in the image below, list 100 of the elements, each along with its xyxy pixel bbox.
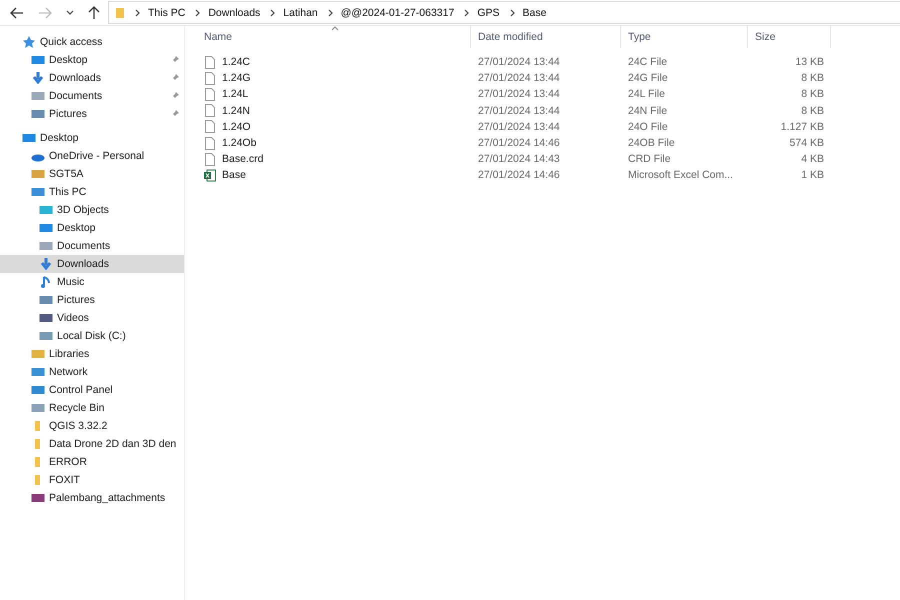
sidebar-item[interactable]: This PC bbox=[0, 183, 184, 201]
breadcrumb[interactable]: @@2024-01-27-063317 bbox=[340, 6, 454, 18]
size-cell-text: 13 KB bbox=[794, 56, 825, 68]
item-icon bbox=[22, 36, 36, 48]
back-icon[interactable] bbox=[10, 6, 24, 18]
sidebar-item[interactable]: OneDrive - Personal bbox=[0, 147, 184, 165]
size-cell-text: 4 KB bbox=[800, 153, 825, 166]
breadcrumb[interactable]: Base bbox=[522, 6, 546, 18]
chevron-right-icon[interactable] bbox=[464, 8, 470, 16]
size-cell-text: 574 KB bbox=[788, 137, 825, 150]
file-name[interactable]: Base.crd bbox=[222, 153, 264, 166]
item-icon bbox=[31, 186, 45, 198]
sidebar-item[interactable]: Control Panel bbox=[0, 381, 184, 399]
sidebar-item[interactable]: Documents bbox=[0, 237, 184, 255]
date-cell-text: 27/01/2024 13:44 bbox=[477, 104, 561, 117]
item-icon bbox=[31, 384, 45, 396]
item-icon bbox=[22, 132, 36, 144]
chevron-right-icon[interactable] bbox=[195, 8, 200, 16]
sidebar-item[interactable]: Music bbox=[0, 273, 184, 291]
sidebar-item[interactable]: QGIS 3.32.2 bbox=[0, 417, 184, 435]
sidebar-item[interactable]: 3D Objects bbox=[0, 201, 184, 219]
type-cell-text: 24G File bbox=[627, 72, 669, 84]
date-cell-text: 27/01/2024 13:44 bbox=[477, 120, 561, 133]
item-icon bbox=[31, 402, 45, 414]
breadcrumb[interactable]: Downloads bbox=[208, 6, 260, 18]
file-name[interactable]: 1.24G bbox=[222, 72, 251, 84]
date-cell-text: 27/01/2024 13:44 bbox=[477, 56, 561, 68]
document-icon bbox=[204, 120, 216, 134]
sidebar-item[interactable]: Desktop bbox=[0, 51, 184, 69]
item-icon bbox=[31, 54, 45, 66]
breadcrumb[interactable]: GPS bbox=[477, 6, 500, 18]
sidebar-item[interactable]: Desktop bbox=[0, 219, 184, 237]
size-cell-text: 8 KB bbox=[800, 72, 825, 84]
column-header[interactable]: Type bbox=[621, 26, 748, 48]
item-icon bbox=[39, 258, 53, 270]
item-icon bbox=[39, 312, 53, 324]
document-icon bbox=[204, 136, 216, 150]
document-icon bbox=[204, 72, 216, 85]
address-bar[interactable]: This PC Downloads Latihan @@2024-01-27-063317 GPS Base bbox=[108, 1, 900, 24]
pin-icon[interactable] bbox=[171, 92, 179, 100]
sidebar-item[interactable]: Videos bbox=[0, 309, 184, 327]
chevron-right-icon[interactable] bbox=[270, 8, 276, 16]
item-icon bbox=[39, 240, 53, 252]
date-cell-text: 27/01/2024 14:46 bbox=[477, 169, 561, 182]
item-icon bbox=[31, 492, 45, 504]
type-cell-text: 24OB File bbox=[627, 137, 676, 150]
column-header[interactable]: Date modified bbox=[471, 26, 621, 48]
breadcrumb[interactable]: Latihan bbox=[283, 6, 318, 18]
sidebar-item[interactable]: Network bbox=[0, 363, 184, 381]
sidebar-item[interactable]: Desktop bbox=[0, 129, 184, 147]
sidebar-item[interactable]: Downloads bbox=[0, 255, 184, 273]
pin-icon[interactable] bbox=[171, 110, 179, 118]
file-name[interactable]: Base bbox=[222, 169, 246, 182]
item-icon bbox=[31, 348, 45, 360]
document-icon bbox=[204, 104, 216, 118]
date-cell-text: 27/01/2024 14:46 bbox=[477, 137, 561, 150]
sidebar-item[interactable]: Documents bbox=[0, 87, 184, 105]
sidebar-item[interactable]: Data Drone 2D dan 3D den bbox=[0, 435, 184, 453]
item-icon bbox=[39, 330, 53, 342]
item-icon bbox=[39, 276, 53, 288]
sidebar-item[interactable]: Pictures bbox=[0, 291, 184, 309]
date-cell-text: 27/01/2024 13:44 bbox=[477, 72, 561, 84]
file-name[interactable]: 1.24L bbox=[222, 88, 248, 100]
file-name[interactable]: 1.24Ob bbox=[222, 137, 256, 150]
spreadsheet-icon bbox=[204, 168, 216, 182]
chevron-right-icon[interactable] bbox=[510, 8, 514, 16]
column-header[interactable]: Size bbox=[748, 26, 831, 48]
sidebar-item[interactable]: Libraries bbox=[0, 345, 184, 363]
type-cell-text: CRD File bbox=[627, 153, 672, 166]
sidebar-item[interactable]: Downloads bbox=[0, 69, 184, 87]
file-name[interactable]: 1.24O bbox=[222, 120, 251, 133]
breadcrumb[interactable]: This PC bbox=[148, 6, 186, 18]
sidebar-item[interactable]: Palembang_attachments bbox=[0, 489, 184, 507]
sidebar-item[interactable]: Local Disk (C:) bbox=[0, 327, 184, 345]
date-cell-text: 27/01/2024 14:43 bbox=[477, 153, 561, 166]
sort-caret-icon bbox=[331, 26, 339, 31]
up-arrow-icon[interactable] bbox=[88, 6, 100, 20]
column-header[interactable]: Name bbox=[201, 26, 471, 48]
type-cell-text: 24O File bbox=[627, 120, 669, 133]
file-name[interactable]: 1.24N bbox=[222, 104, 250, 117]
chevron-right-icon[interactable] bbox=[135, 8, 140, 16]
sidebar-item[interactable]: ERROR bbox=[0, 453, 184, 471]
size-cell-text: 1 KB bbox=[800, 169, 825, 182]
chevron-right-icon[interactable] bbox=[328, 8, 333, 16]
pin-icon[interactable] bbox=[171, 74, 179, 82]
document-icon bbox=[204, 152, 216, 166]
pin-icon[interactable] bbox=[171, 56, 179, 64]
document-icon bbox=[204, 88, 216, 101]
document-icon bbox=[204, 56, 216, 69]
type-cell-text: Microsoft Excel Com... bbox=[627, 169, 734, 182]
sidebar-item[interactable]: FOXIT bbox=[0, 471, 184, 489]
sidebar-item[interactable]: Quick access bbox=[0, 33, 184, 51]
item-icon bbox=[31, 90, 45, 102]
type-cell-text: 24L File bbox=[627, 88, 666, 100]
chevron-down-icon[interactable] bbox=[66, 10, 74, 16]
file-name[interactable]: 1.24C bbox=[222, 56, 250, 68]
sidebar-item[interactable]: SGT5A bbox=[0, 165, 184, 183]
sidebar-item[interactable]: Pictures bbox=[0, 105, 184, 123]
sidebar-item[interactable]: Recycle Bin bbox=[0, 399, 184, 417]
item-icon bbox=[39, 222, 53, 234]
